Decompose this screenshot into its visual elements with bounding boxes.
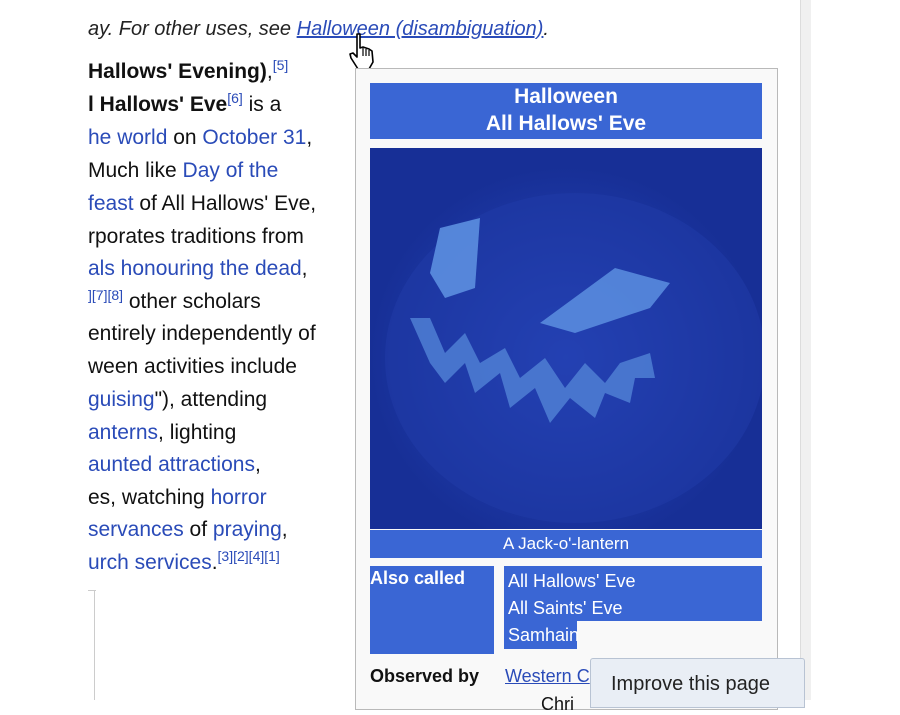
citation[interactable]: [5] — [273, 57, 289, 73]
observed-by-link[interactable]: Western C — [505, 666, 590, 687]
article-line: ][7][8] other scholars — [88, 287, 261, 313]
hatnote-suffix: . — [543, 18, 549, 40]
horror-link[interactable]: horror — [211, 486, 267, 509]
lanterns-link[interactable]: anterns — [88, 421, 158, 444]
article-line: Much like Day of the — [88, 159, 279, 182]
day-of-the-link[interactable]: Day of the — [183, 159, 279, 182]
article-line: ween activities include — [88, 355, 297, 378]
article-line: als honouring the dead, — [88, 257, 308, 280]
observances-link[interactable]: servances — [88, 518, 184, 541]
hand-cursor-icon — [349, 33, 374, 70]
article-line: guising"), attending — [88, 388, 268, 411]
page-margin — [800, 0, 900, 700]
jack-o-lantern-image[interactable] — [370, 148, 762, 529]
improve-page-button[interactable]: Improve this page — [590, 658, 805, 708]
article-line: entirely independently of — [88, 322, 316, 345]
image-caption: A Jack-o'-lantern — [370, 530, 762, 558]
guising-link[interactable]: guising — [88, 388, 155, 411]
hatnote: ay. For other uses, see Halloween (disam… — [88, 18, 549, 41]
citation[interactable]: [3][2][4][1] — [218, 548, 280, 564]
praying-link[interactable]: praying — [213, 518, 282, 541]
feast-link[interactable]: feast — [88, 192, 134, 215]
also-called-label: Also called — [370, 566, 494, 654]
observed-by-value: Chri — [541, 694, 575, 714]
october-31-link[interactable]: October 31 — [202, 126, 306, 149]
citation[interactable]: [6] — [227, 90, 243, 106]
article-line: es, watching horror — [88, 486, 267, 509]
infobox: Halloween All Hallows' Eve A Jack-o'-lan… — [355, 68, 778, 714]
article-line: Hallows' Evening),[5] — [88, 57, 289, 83]
observed-by-label: Observed by — [370, 666, 480, 686]
article-line: aunted attractions, — [88, 453, 261, 476]
page-edge — [800, 0, 811, 700]
article-line: anterns, lighting — [88, 421, 237, 444]
article-line: rporates traditions from — [88, 225, 304, 248]
honouring-the-dead-link[interactable]: als honouring the dead — [88, 257, 302, 280]
hatnote-prefix: ay. For other uses, see — [88, 18, 297, 40]
disambiguation-link[interactable]: Halloween (disambiguation) — [297, 18, 544, 40]
church-services-link[interactable]: urch services — [88, 551, 212, 574]
also-called-value: All Saints' Eve — [508, 598, 623, 618]
article-line: servances of praying, — [88, 518, 288, 541]
article-line: urch services.[3][2][4][1] — [88, 548, 280, 574]
citation[interactable]: ][7][8] — [88, 287, 123, 303]
infobox-title: Halloween All Hallows' Eve — [370, 83, 762, 139]
also-called-value: Samhain — [508, 625, 580, 645]
divider — [94, 590, 95, 700]
article-line: feast of All Hallows' Eve, — [88, 192, 317, 215]
also-called-value: All Hallows' Eve — [508, 571, 636, 591]
pumpkin-face-icon — [370, 148, 762, 529]
haunted-attractions-link[interactable]: aunted attractions — [88, 453, 255, 476]
world-link[interactable]: he world — [88, 126, 167, 149]
article-line: l Hallows' Eve[6] is a — [88, 90, 282, 116]
article-line: he world on October 31, — [88, 126, 313, 149]
